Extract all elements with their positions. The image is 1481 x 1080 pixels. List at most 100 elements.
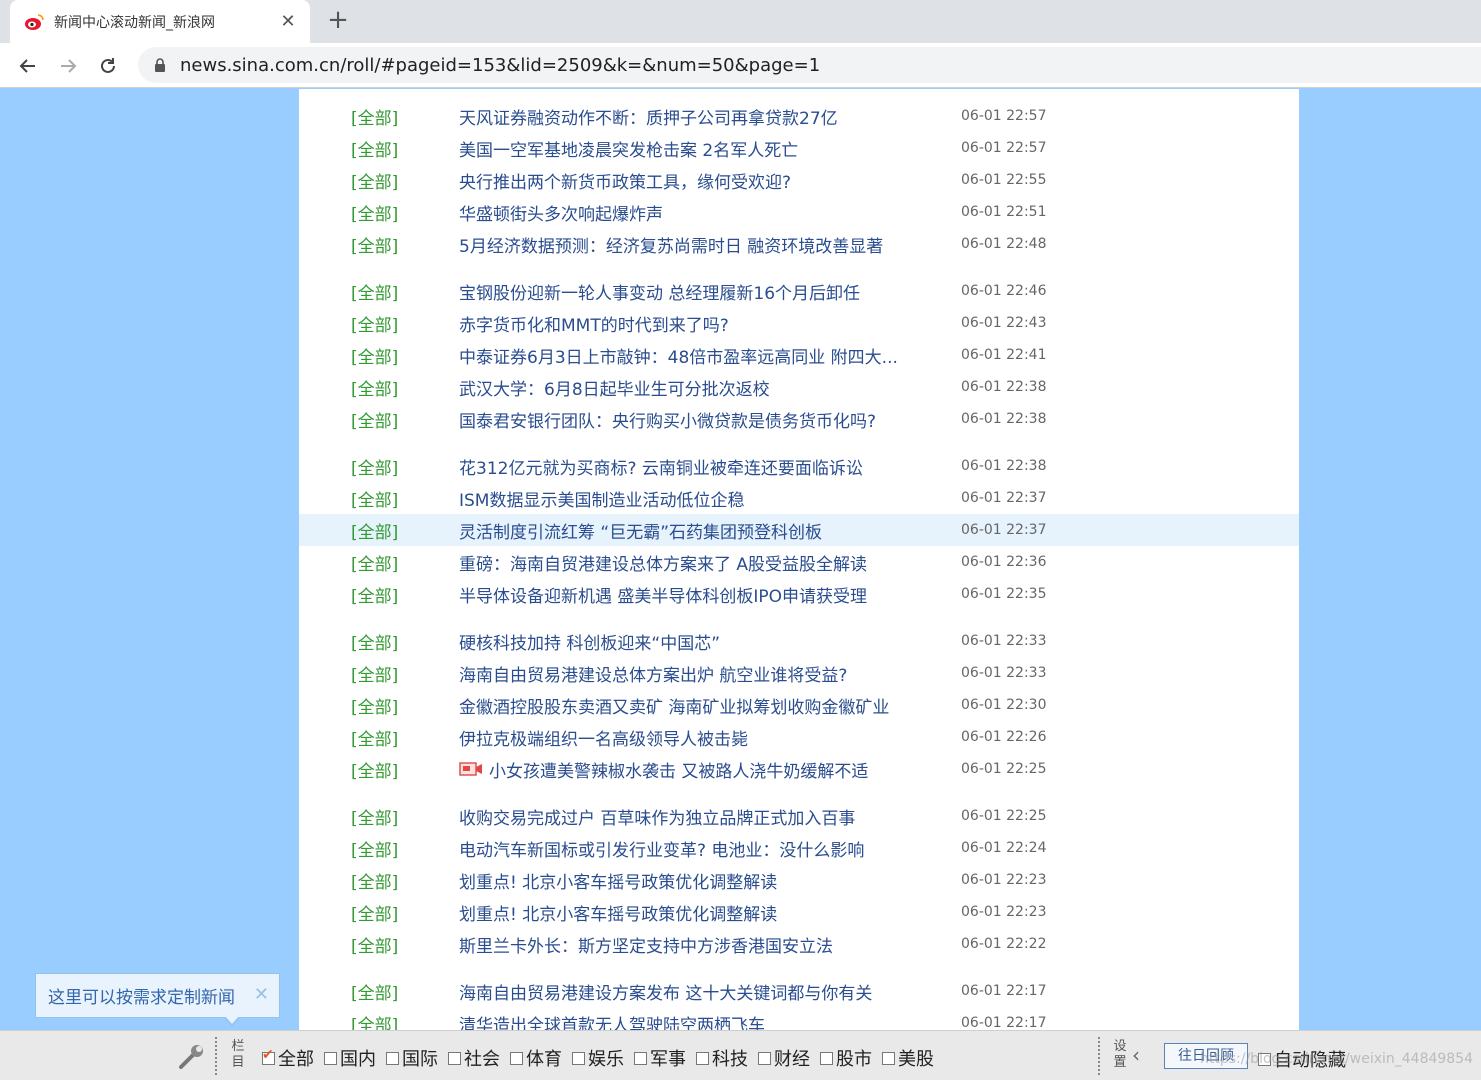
filter-checkbox[interactable]	[758, 1051, 771, 1065]
filter-checkbox[interactable]	[324, 1051, 337, 1065]
filter-option[interactable]: 财经	[758, 1045, 810, 1071]
back-icon[interactable]	[14, 52, 42, 80]
news-headline-link[interactable]: 半导体设备迎新机遇 盛美半导体科创板IPO申请获受理	[459, 582, 867, 607]
chevron-left-icon[interactable]: ‹	[1132, 1043, 1140, 1067]
news-row: [全部] 金徽酒控股股东卖酒又卖矿 海南矿业拟筹划收购金徽矿业 06-01 22:3…	[299, 689, 1299, 721]
news-category-link[interactable]: [全部]	[351, 375, 398, 400]
news-category-link[interactable]: [全部]	[351, 661, 398, 686]
news-category-link[interactable]: [全部]	[351, 136, 398, 161]
news-row: [全部] 海南自由贸易港建设总体方案出炉 航空业谁将受益? 06-01 22:33	[299, 657, 1299, 689]
news-category-link[interactable]: [全部]	[351, 550, 398, 575]
news-category-link[interactable]: [全部]	[351, 693, 398, 718]
news-headline-link[interactable]: 花312亿元就为买商标? 云南铜业被牵连还要面临诉讼	[459, 454, 863, 479]
news-category-link[interactable]: [全部]	[351, 454, 398, 479]
news-headline-link[interactable]: 伊拉克极端组织一名高级领导人被击毙	[459, 725, 748, 750]
news-category-link[interactable]: [全部]	[351, 900, 398, 925]
news-headline-text: 海南自由贸易港建设总体方案出炉 航空业谁将受益?	[459, 665, 848, 686]
address-bar[interactable]: news.sina.com.cn/roll/#pageid=153&lid=25…	[138, 47, 1481, 83]
news-category-link[interactable]: [全部]	[351, 979, 398, 1004]
news-category-link[interactable]: [全部]	[351, 582, 398, 607]
filter-checkbox[interactable]	[572, 1051, 585, 1065]
news-headline-link[interactable]: 美国一空军基地凌晨突发枪击案 2名军人死亡	[459, 136, 798, 161]
filter-option[interactable]: 全部	[262, 1045, 314, 1071]
news-headline-link[interactable]: 武汉大学：6月8日起毕业生可分批次返校	[459, 375, 770, 400]
news-category-link[interactable]: [全部]	[351, 232, 398, 257]
filter-option[interactable]: 娱乐	[572, 1045, 624, 1071]
new-tab-icon[interactable]: +	[325, 7, 351, 34]
news-category-link[interactable]: [全部]	[351, 757, 398, 782]
news-headline-link[interactable]: 5月经济数据预测：经济复苏尚需时日 融资环境改善显著	[459, 232, 883, 257]
filter-option[interactable]: 科技	[696, 1045, 748, 1071]
divider	[215, 1037, 217, 1075]
news-headline-link[interactable]: 电动汽车新国标或引发行业变革? 电池业：没什么影响	[459, 836, 864, 861]
news-headline-link[interactable]: 国泰君安银行团队：央行购买小微贷款是债务货币化吗?	[459, 407, 876, 432]
news-headline-text: 5月经济数据预测：经济复苏尚需时日 融资环境改善显著	[459, 236, 884, 257]
filter-option[interactable]: 军事	[634, 1045, 686, 1071]
news-category-link[interactable]: [全部]	[351, 311, 398, 336]
filter-checkbox[interactable]	[510, 1051, 523, 1065]
news-headline-link[interactable]: 重磅：海南自贸港建设总体方案来了 A股受益股全解读	[459, 550, 867, 575]
news-time: 06-01 22:25	[961, 761, 1047, 777]
news-category-link[interactable]: [全部]	[351, 486, 398, 511]
news-category-link[interactable]: [全部]	[351, 725, 398, 750]
news-category-link[interactable]: [全部]	[351, 200, 398, 225]
news-category-link[interactable]: [全部]	[351, 104, 398, 129]
news-headline-link[interactable]: 斯里兰卡外长：斯方坚定支持中方涉香港国安立法	[459, 932, 833, 957]
news-category-link[interactable]: [全部]	[351, 804, 398, 829]
close-icon[interactable]: ✕	[254, 984, 269, 1005]
news-time: 06-01 22:37	[961, 490, 1047, 506]
news-headline-link[interactable]: ISM数据显示美国制造业活动低位企稳	[459, 486, 744, 511]
news-headline-link[interactable]: 赤字货币化和MMT的时代到来了吗?	[459, 311, 729, 336]
news-headline-text: 赤字货币化和MMT的时代到来了吗?	[459, 315, 729, 336]
close-icon[interactable]: ✕	[278, 11, 298, 32]
filter-checkbox[interactable]	[386, 1051, 399, 1065]
browser-tab[interactable]: 新闻中心滚动新闻_新浪网 ✕	[10, 0, 310, 43]
filter-option[interactable]: 国际	[386, 1045, 438, 1071]
filter-checkbox[interactable]	[448, 1051, 461, 1065]
news-headline-link[interactable]: 中泰证券6月3日上市敲钟：48倍市盈率远高同业 附四大...	[459, 343, 898, 368]
news-category-link[interactable]: [全部]	[351, 629, 398, 654]
news-headline-link[interactable]: 央行推出两个新货币政策工具，缘何受欢迎?	[459, 168, 791, 193]
news-headline-link[interactable]: 清华造出全球首款无人驾驶陆空两栖飞车	[459, 1011, 765, 1031]
forward-icon[interactable]	[54, 52, 82, 80]
news-category-link[interactable]: [全部]	[351, 343, 398, 368]
news-headline-link[interactable]: 小女孩遭美警辣椒水袭击 又被路人浇牛奶缓解不适	[459, 757, 868, 782]
filter-checkbox[interactable]	[820, 1051, 833, 1065]
wrench-icon[interactable]	[176, 1043, 206, 1071]
browser-toolbar: news.sina.com.cn/roll/#pageid=153&lid=25…	[0, 43, 1481, 88]
news-headline-link[interactable]: 华盛顿街头多次响起爆炸声	[459, 200, 663, 225]
news-headline-link[interactable]: 灵活制度引流红筹 “巨无霸”石药集团预登科创板	[459, 518, 822, 543]
news-headline-link[interactable]: 宝钢股份迎新一轮人事变动 总经理履新16个月后卸任	[459, 279, 860, 304]
filter-checkbox[interactable]	[882, 1051, 895, 1065]
news-row: [全部] 收购交易完成过户 百草味作为独立品牌正式加入百事 06-01 22:25	[299, 800, 1299, 832]
filter-checkbox[interactable]	[634, 1051, 647, 1065]
news-category-link[interactable]: [全部]	[351, 279, 398, 304]
news-headline-link[interactable]: 天风证券融资动作不断：质押子公司再拿贷款27亿	[459, 104, 838, 129]
filter-option[interactable]: 美股	[882, 1045, 934, 1071]
filter-checkbox[interactable]	[262, 1047, 275, 1065]
news-headline-link[interactable]: 划重点! 北京小客车摇号政策优化调整解读	[459, 900, 777, 925]
filter-label: 体育	[526, 1049, 562, 1070]
news-time: 06-01 22:24	[961, 840, 1047, 856]
news-category-link[interactable]: [全部]	[351, 1011, 398, 1031]
news-time: 06-01 22:37	[961, 522, 1047, 538]
news-category-link[interactable]: [全部]	[351, 168, 398, 193]
news-headline-link[interactable]: 金徽酒控股股东卖酒又卖矿 海南矿业拟筹划收购金徽矿业	[459, 693, 889, 718]
filter-option[interactable]: 体育	[510, 1045, 562, 1071]
news-headline-link[interactable]: 硬核科技加持 科创板迎来“中国芯”	[459, 629, 720, 654]
news-headline-link[interactable]: 海南自由贸易港建设方案发布 这十大关键词都与你有关	[459, 979, 872, 1004]
news-category-link[interactable]: [全部]	[351, 836, 398, 861]
filter-option[interactable]: 股市	[820, 1045, 872, 1071]
news-headline-link[interactable]: 划重点! 北京小客车摇号政策优化调整解读	[459, 868, 777, 893]
news-category-link[interactable]: [全部]	[351, 932, 398, 957]
reload-icon[interactable]	[94, 52, 122, 80]
news-headline-link[interactable]: 收购交易完成过户 百草味作为独立品牌正式加入百事	[459, 804, 855, 829]
news-category-link[interactable]: [全部]	[351, 407, 398, 432]
news-headline-link[interactable]: 海南自由贸易港建设总体方案出炉 航空业谁将受益?	[459, 661, 847, 686]
filter-option[interactable]: 国内	[324, 1045, 376, 1071]
news-category-link[interactable]: [全部]	[351, 518, 398, 543]
filter-checkbox[interactable]	[696, 1051, 709, 1065]
news-headline-text: ISM数据显示美国制造业活动低位企稳	[459, 490, 745, 511]
filter-option[interactable]: 社会	[448, 1045, 500, 1071]
news-category-link[interactable]: [全部]	[351, 868, 398, 893]
